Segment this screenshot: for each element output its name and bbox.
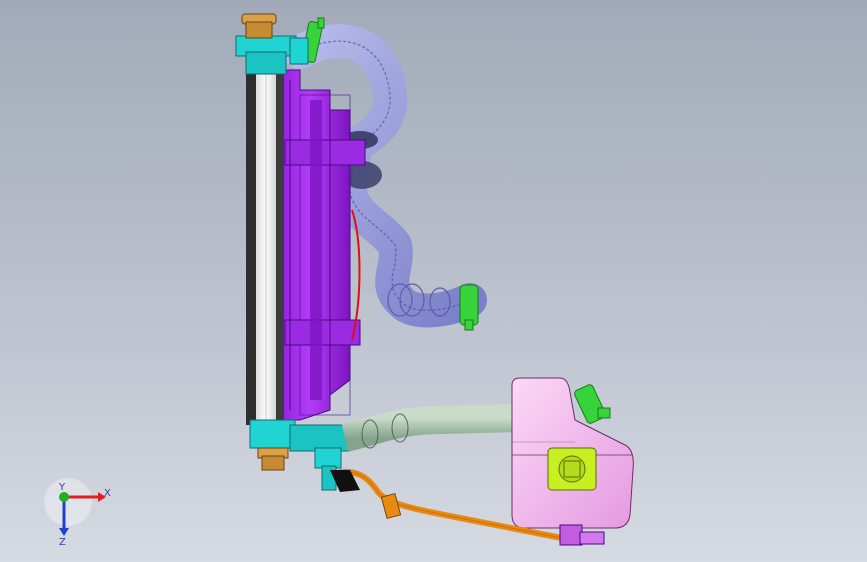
radiator-cap[interactable]	[241, 13, 277, 39]
cad-viewport[interactable]: X Y Z	[0, 0, 867, 562]
x-axis-label: X	[104, 488, 111, 499]
upper-hose-clamp-outlet[interactable]	[459, 284, 479, 331]
y-axis-label: Y	[58, 482, 66, 493]
y-axis-origin	[59, 492, 69, 502]
z-axis-label: Z	[59, 537, 66, 548]
coordinate-triad: X Y Z	[44, 478, 111, 548]
overflow-tank-hose-clamp[interactable]	[573, 383, 611, 424]
overflow-tank-cap[interactable]	[547, 447, 597, 491]
cooling-system-assembly[interactable]: X Y Z	[0, 0, 867, 562]
radiator-core[interactable]	[254, 69, 278, 426]
radiator-drain-plug[interactable]	[257, 447, 289, 471]
fan-shroud[interactable]	[269, 69, 366, 421]
lower-radiator-hose[interactable]	[341, 404, 521, 452]
